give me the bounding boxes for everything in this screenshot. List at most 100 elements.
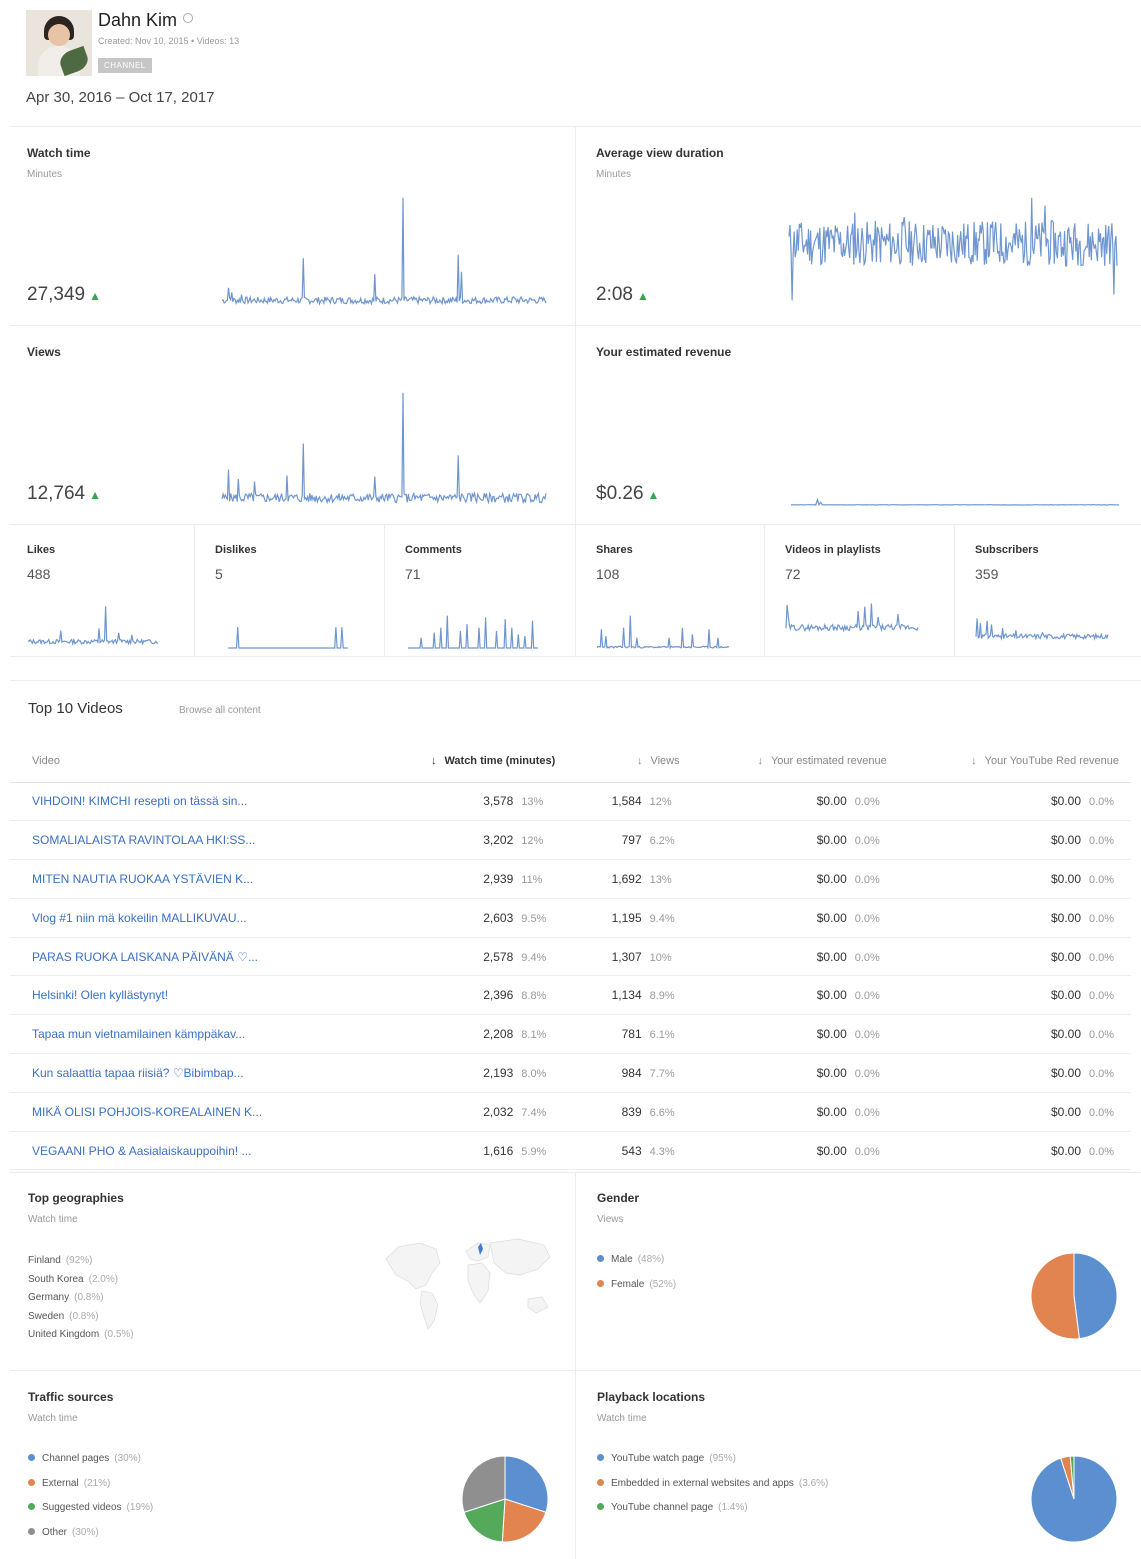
avatar[interactable] [26,10,92,76]
revenue-pct: 0.0% [854,1106,880,1119]
traffic-pie[interactable] [460,1454,550,1544]
dislikes-sparkline [228,627,348,649]
watch-value: 2,208 [483,1027,514,1042]
table-row[interactable]: SOMALIALAISTA RAVINTOLAA HKI:SS... 3,202 1… [10,820,1131,861]
views-card[interactable]: Views 12,764 ▲ [27,345,557,515]
traffic-unit: Watch time [28,1413,78,1424]
table-row[interactable]: VEGAANI PHO & Aasialaiskauppoihin! ... 1,… [10,1131,1131,1171]
cell-red-revenue: $0.00 0.0% [898,937,1131,977]
revenue-pct: 0.0% [854,835,880,848]
playback-pie[interactable] [1029,1454,1119,1544]
dislikes-value: 5 [215,566,223,582]
legend-pct: (3.6%) [798,1477,829,1489]
subscribers-card[interactable]: Subscribers 359 [975,544,1135,652]
table-row[interactable]: VIHDOIN! KIMCHI resepti on tässä sin... 3… [10,782,1131,822]
gender-card[interactable]: Gender Views Male (48%) Female (52%) [597,1191,1127,1361]
avg-view-duration-unit: Minutes [596,169,632,180]
comments-card[interactable]: Comments 71 [405,544,565,652]
gender-pie[interactable] [1029,1251,1119,1341]
shares-sparkline [596,615,730,650]
legend-pct: (21%) [83,1477,111,1489]
video-title-link[interactable]: SOMALIALAISTA RAVINTOLAA HKI:SS... [10,820,367,861]
col-revenue[interactable]: ↓ Your estimated revenue [691,740,899,783]
video-title-link[interactable]: Helsinki! Olen kyllästynyt! [10,975,367,1016]
video-title-link[interactable]: VEGAANI PHO & Aasialaiskauppoihin! ... [10,1131,367,1171]
playlists-title: Videos in playlists [785,544,881,556]
revenue-pct: 0.0% [854,1145,880,1158]
geographies-list: Finland (92%) South Korea (2.0%) Germany (0… [28,1255,134,1348]
red-revenue-pct: 0.0% [1089,1106,1115,1119]
watch-time-title: Watch time [27,146,91,160]
likes-card[interactable]: Likes 488 [27,544,187,652]
views-sparkline [221,392,547,505]
legend-dot [28,1503,35,1510]
date-range[interactable]: Apr 30, 2016 – Oct 17, 2017 [26,89,214,106]
comments-value: 71 [405,566,421,582]
video-title-link[interactable]: Vlog #1 niin mä kokeilin MALLIKUVAU... [10,898,367,938]
revenue-value: $0.00 [816,1143,847,1158]
legend-item: Male (48%) [597,1254,676,1279]
views-pct: 6.6% [649,1106,675,1119]
geo-name: United Kingdom [28,1329,100,1341]
red-revenue-pct: 0.0% [1089,1067,1115,1080]
cell-red-revenue: $0.00 0.0% [898,975,1131,1016]
revenue-value: $0.00 [816,871,847,886]
watch-value: 2,032 [483,1104,514,1119]
table-row[interactable]: MITEN NAUTIA RUOKAA YSTÄVIEN K... 2,939 11… [10,859,1131,899]
red-revenue-pct: 0.0% [1089,835,1115,848]
playlists-card[interactable]: Videos in playlists 72 [785,544,945,652]
comments-sparkline [408,615,538,649]
traffic-card[interactable]: Traffic sources Watch time Channel pages… [28,1390,558,1559]
watch-time-sparkline [221,197,547,306]
red-revenue-pct: 0.0% [1089,912,1115,925]
cell-views: 1,692 13% [567,859,692,899]
pie-slice-female[interactable] [1030,1252,1080,1340]
red-revenue-pct: 0.0% [1089,873,1115,886]
video-title-link[interactable]: Kun salaattia tapaa riisiä? ♡Bibimbap... [10,1053,367,1093]
table-header-row: Video ↓ Watch time (minutes) ↓ Views ↓ Your… [10,740,1131,783]
world-map[interactable] [378,1229,558,1333]
external-link-icon[interactable] [183,13,194,23]
geographies-card[interactable]: Top geographies Watch time Finland (92%) … [28,1191,558,1361]
avg-view-duration-card[interactable]: Average view duration Minutes 2:08 ▲ [596,146,1126,316]
views-value: 781 [621,1027,642,1042]
geographies-unit: Watch time [28,1214,78,1225]
channel-name-text[interactable]: Dahn Kim [98,10,177,30]
channel-name[interactable]: Dahn Kim [98,10,194,31]
col-views[interactable]: ↓ Views [567,740,692,783]
browse-all-link[interactable]: Browse all content [179,705,261,716]
video-title-link[interactable]: PARAS RUOKA LAISKANA PÄIVÄNÄ ♡... [10,937,367,977]
legend-label: Male [611,1254,633,1265]
cell-watch-time: 2,603 9.5% [366,898,568,938]
cell-revenue: $0.00 0.0% [691,1053,899,1093]
col-video[interactable]: Video [10,740,367,783]
legend-dot [28,1454,35,1461]
revenue-card[interactable]: Your estimated revenue $0.26 ▲ [596,345,1126,515]
video-title-link[interactable]: VIHDOIN! KIMCHI resepti on tässä sin... [10,782,367,822]
table-row[interactable]: Vlog #1 niin mä kokeilin MALLIKUVAU... 2,… [10,898,1131,938]
pie-slice-male[interactable] [1073,1252,1118,1340]
dislikes-card[interactable]: Dislikes 5 [215,544,375,652]
col-red-revenue[interactable]: ↓ Your YouTube Red revenue [898,740,1131,783]
watch-time-card[interactable]: Watch time Minutes 27,349 ▲ [27,146,557,316]
red-revenue-pct: 0.0% [1089,796,1115,809]
table-row[interactable]: PARAS RUOKA LAISKANA PÄIVÄNÄ ♡... 2,578 9.… [10,937,1131,977]
table-row[interactable]: Tapaa mun vietnamilainen kämppäkav... 2,2… [10,1014,1131,1055]
world-map-land [385,1238,551,1330]
col-watch-time[interactable]: ↓ Watch time (minutes) [366,740,568,783]
video-title-link[interactable]: MITEN NAUTIA RUOKAA YSTÄVIEN K... [10,859,367,899]
cell-revenue: $0.00 0.0% [691,937,899,977]
watch-pct: 13% [521,796,544,809]
video-title-link[interactable]: MIKÄ OLISI POHJOIS-KOREALAINEN K... [10,1092,367,1132]
playback-card[interactable]: Playback locations Watch time YouTube wa… [597,1390,1127,1559]
table-row[interactable]: MIKÄ OLISI POHJOIS-KOREALAINEN K... 2,032… [10,1092,1131,1132]
table-row[interactable]: Helsinki! Olen kyllästynyt! 2,396 8.8% 1,13… [10,975,1131,1016]
legend-label: Suggested videos [42,1502,122,1513]
video-title-link[interactable]: Tapaa mun vietnamilainen kämppäkav... [10,1014,367,1055]
top-videos-table: Video ↓ Watch time (minutes) ↓ Views ↓ Your… [10,740,1131,1171]
table-row[interactable]: Kun salaattia tapaa riisiä? ♡Bibimbap...… [10,1053,1131,1093]
shares-card[interactable]: Shares 108 [596,544,756,652]
geo-name: Sweden [28,1310,65,1322]
views-title: Views [27,345,61,359]
cell-views: 1,134 8.9% [567,975,692,1016]
